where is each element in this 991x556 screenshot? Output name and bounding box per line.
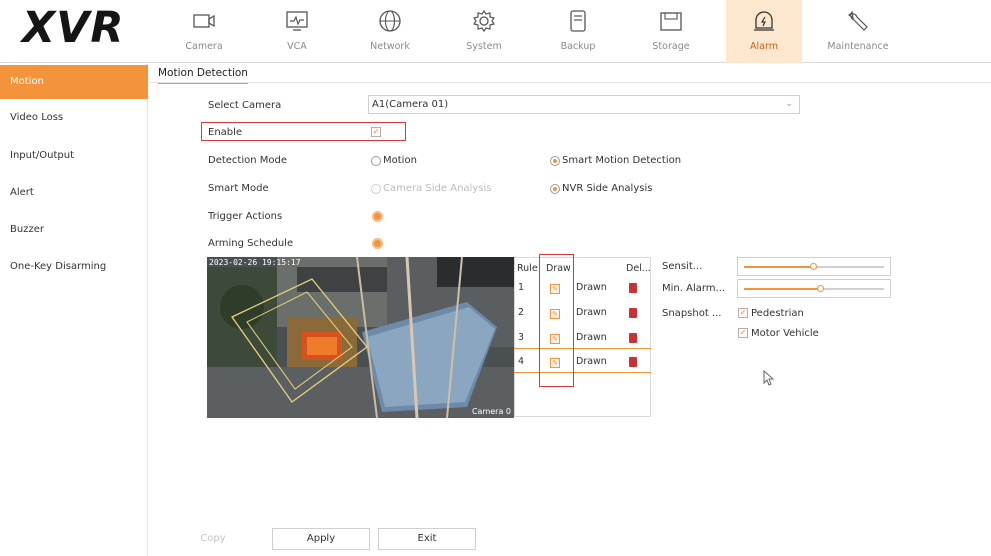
chevron-down-icon: ⌄ [785,99,793,109]
exit-button[interactable]: Exit [378,528,476,550]
pedestrian-checkbox[interactable]: ✓ [738,308,748,318]
rule-number: 1 [518,282,525,293]
preview-camera-label: Camera 0 [471,407,511,416]
nav-maintenance-label: Maintenance [827,41,889,52]
arming-schedule-settings-icon[interactable] [372,238,383,249]
nav-alarm-label: Alarm [750,41,778,52]
sidebar-item-input-output[interactable]: Input/Output [0,139,148,173]
header-delete: Del... [626,263,651,274]
nav-vca[interactable]: VCA [259,0,335,63]
trash-icon[interactable] [629,333,637,343]
rule-status: Drawn [576,356,607,367]
sensitivity-slider[interactable] [737,257,891,276]
nav-storage[interactable]: Storage [633,0,709,63]
sidebar-item-alert[interactable]: Alert [0,176,148,210]
rule-status: Drawn [576,332,607,343]
header-rule: Rule [517,263,538,274]
nav-system[interactable]: System [446,0,522,63]
storage-icon [660,12,682,31]
radio-camera-side-analysis-label: Camera Side Analysis [383,183,492,194]
motor-vehicle-checkbox[interactable]: ✓ [738,328,748,338]
camera-select[interactable]: A1(Camera 01) ⌄ [368,95,800,114]
trash-icon[interactable] [629,283,637,293]
min-alarm-slider[interactable] [737,279,891,298]
radio-smart-motion-detection-label: Smart Motion Detection [562,155,682,166]
camera-scene-image [207,257,514,418]
sidebar-item-buzzer[interactable]: Buzzer [0,213,148,247]
rule-status: Drawn [576,307,607,318]
trash-icon[interactable] [629,308,637,318]
nav-alarm[interactable]: Alarm [726,0,802,63]
nav-network-label: Network [370,41,410,52]
pedestrian-label: Pedestrian [751,308,804,319]
radio-nvr-side-analysis[interactable] [550,184,560,194]
nav-camera[interactable]: Camera [166,0,242,63]
apply-button[interactable]: Apply [272,528,370,550]
selected-row-bottom-border [514,372,651,373]
motor-vehicle-label: Motor Vehicle [751,328,819,339]
tab-divider [150,82,991,83]
selected-row-top-border [514,348,651,349]
rule-status: Drawn [576,282,607,293]
sidebar: Motion Video Loss Input/Output Alert Buz… [0,64,148,556]
nav-camera-label: Camera [185,41,223,52]
rule-number: 3 [518,332,525,343]
radio-motion[interactable] [371,156,381,166]
nav-maintenance[interactable]: Maintenance [820,0,896,63]
nav-backup[interactable]: Backup [540,0,616,63]
backup-icon [570,10,586,32]
slider-knob[interactable] [810,263,817,270]
radio-smart-motion-detection[interactable] [550,156,560,166]
rule-number: 2 [518,307,525,318]
min-alarm-label: Min. Alarm... [662,283,726,294]
nav-system-label: System [466,41,502,52]
radio-motion-label: Motion [383,155,417,166]
globe-icon [379,10,401,32]
preview-timestamp: 2023-02-26 19:15:17 [209,258,301,267]
sidebar-item-video-loss[interactable]: Video Loss [0,101,148,135]
mouse-cursor-icon [763,370,775,386]
trigger-actions-settings-icon[interactable] [372,211,383,222]
draw-column-highlight-box [539,254,574,387]
camera-preview[interactable]: 2023-02-26 19:15:17 Camera 0 [207,257,514,418]
trash-icon[interactable] [629,357,637,367]
vca-icon [286,11,308,31]
camera-select-value: A1(Camera 01) [372,99,449,110]
sidebar-item-one-key-disarming[interactable]: One-Key Disarming [0,250,148,284]
nav-vca-label: VCA [287,41,307,52]
sidebar-item-motion[interactable]: Motion [0,65,148,99]
detection-mode-label: Detection Mode [208,155,288,166]
slider-fill [744,288,821,290]
enable-checkbox[interactable]: ✓ [371,127,381,137]
slider-knob[interactable] [817,285,824,292]
arming-schedule-label: Arming Schedule [208,238,294,249]
rule-table: Rule Draw Del... 1 ✎ Drawn 2 ✎ Drawn 3 ✎… [514,257,651,417]
slider-fill [744,266,814,268]
snapshot-label: Snapshot ... [662,308,722,319]
nav-network[interactable]: Network [352,0,428,63]
nav-storage-label: Storage [652,41,690,52]
gear-icon [473,9,495,33]
top-navigation-bar: XVR Camera VCA Network System Backup Sto… [0,0,991,63]
xvr-logo: XVR [22,3,125,53]
trigger-actions-label: Trigger Actions [208,211,283,222]
smart-mode-label: Smart Mode [208,183,269,194]
wrench-icon [848,10,868,31]
radio-camera-side-analysis [371,184,381,194]
camera-icon [193,14,215,28]
enable-label: Enable [208,127,243,138]
nav-backup-label: Backup [560,41,596,52]
rule-number: 4 [518,356,525,367]
alarm-icon [754,11,774,31]
sensitivity-label: Sensit... [662,261,703,272]
select-camera-label: Select Camera [208,100,282,111]
copy-button[interactable]: Copy [178,528,248,550]
radio-nvr-side-analysis-label: NVR Side Analysis [562,183,653,194]
